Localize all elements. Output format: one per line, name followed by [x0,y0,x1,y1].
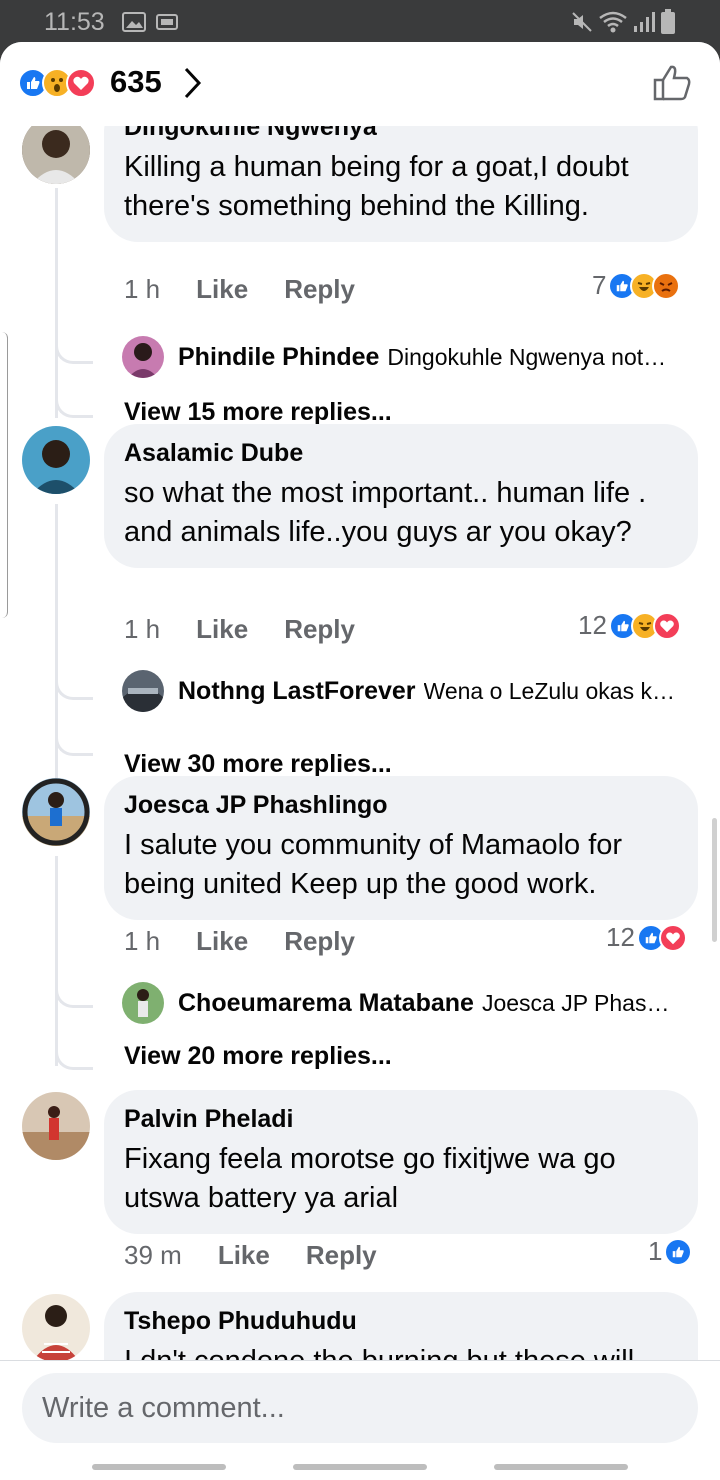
comment-text: I salute you community of Mamaolo for be… [124,829,623,900]
reply-text: Dingokuhle Ngwenya not… [387,343,667,370]
nav-home[interactable] [293,1464,427,1470]
comment-reactions[interactable]: 1 [648,1236,693,1267]
comment-bubble[interactable]: Joesca JP Phashlingo I salute you commun… [104,776,698,920]
comment-reaction-count: 7 [592,270,607,300]
wifi-icon [598,10,628,39]
reply-button[interactable]: Reply [284,926,355,957]
love-reaction-icon [66,68,96,98]
comment-author[interactable]: Asalamic Dube [124,438,678,468]
comment-author[interactable]: Palvin Pheladi [124,1104,678,1134]
reply-author[interactable]: Choeumarema Matabane [178,989,474,1018]
comment-author[interactable]: Tshepo Phuduhudu [124,1306,678,1336]
comment-actions: 1 h Like Reply [124,926,355,957]
comment-text: Killing a human being for a goat,I doubt… [124,151,629,222]
page-edge [0,332,8,618]
gallery-icon [122,12,146,37]
comment-actions: 39 m Like Reply [124,1240,377,1271]
battery-icon [660,9,676,40]
reaction-summary[interactable] [18,68,96,98]
comment-time[interactable]: 1 h [124,614,160,645]
comment-reactions[interactable]: 7 [592,270,681,301]
comment-actions: 1 h Like Reply [124,274,355,305]
reply-author[interactable]: Phindile Phindee [178,343,379,372]
avatar[interactable] [22,778,90,846]
comment-input[interactable]: Write a comment... [22,1373,698,1443]
comments-feed[interactable]: Dingokuhle Ngwenya Killing a human being… [0,126,720,1360]
nav-back[interactable] [494,1464,628,1470]
avatar[interactable] [22,1294,90,1360]
reply-preview[interactable]: Phindile Phindee Dingokuhle Ngwenya not… [122,336,692,378]
system-nav-bar [0,1452,720,1480]
scrollbar[interactable] [712,818,717,942]
reply-avatar[interactable] [122,670,164,712]
chevron-right-icon[interactable] [182,66,202,105]
like-button[interactable]: Like [196,926,248,957]
comment-author[interactable]: Joesca JP Phashlingo [124,790,678,820]
like-reaction-icon [664,1237,693,1266]
reply-text: Joesca JP Phas… [481,989,670,1016]
reply-author[interactable]: Nothng LastForever [178,677,416,706]
reply-preview[interactable]: Choeumarema Matabane Joesca JP Phas… [122,982,692,1024]
like-button[interactable]: Like [218,1240,270,1271]
comment-bubble[interactable]: Asalamic Dube so what the most important… [104,424,698,568]
comment-reaction-count: 12 [606,922,635,952]
status-time: 11:53 [44,8,105,36]
reply-button[interactable]: Reply [306,1240,377,1271]
comment-bubble[interactable]: Tshepo Phuduhudu I dn't condone the burn… [104,1292,698,1360]
comment-reaction-count: 1 [648,1236,663,1266]
like-button[interactable]: Like [196,274,248,305]
view-more-replies[interactable]: View 20 more replies... [124,1042,392,1071]
status-bar: 11:53 [0,0,720,44]
reply-button[interactable]: Reply [284,274,355,305]
nav-recents[interactable] [92,1464,226,1470]
view-more-replies[interactable]: View 30 more replies... [124,750,392,779]
signal-icon [632,10,656,39]
comment-author[interactable]: Dingokuhle Ngwenya [124,126,678,142]
total-reaction-count[interactable]: 635 [110,64,162,100]
comment-reactions[interactable]: 12 [606,922,687,953]
view-more-replies[interactable]: View 15 more replies... [124,398,392,427]
comment-bubble[interactable]: Dingokuhle Ngwenya Killing a human being… [104,126,698,242]
comment-time[interactable]: 1 h [124,274,160,305]
like-post-thumb-icon[interactable] [652,64,692,107]
comment-time[interactable]: 1 h [124,926,160,957]
reply-avatar[interactable] [122,982,164,1024]
mute-icon [570,10,594,39]
comments-sheet: 635 Dingokuhle Ngwenya Killing a human b… [0,42,720,1480]
notification-icon [156,14,178,35]
love-reaction-icon [658,923,687,952]
comment-reactions[interactable]: 12 [578,610,681,641]
comment-reaction-count: 12 [578,610,607,640]
comment-text: I dn't condone the burning but these wil… [124,1342,678,1360]
reply-avatar[interactable] [122,336,164,378]
reactions-header: 635 [0,42,720,126]
angry-reaction-icon [652,271,681,300]
comment-text: so what the most important.. human life … [124,477,647,548]
avatar[interactable] [22,126,90,184]
avatar[interactable] [22,426,90,494]
avatar[interactable] [22,1092,90,1160]
reply-text: Wena o LeZulu okas k… [423,677,675,704]
like-button[interactable]: Like [196,614,248,645]
comment-time[interactable]: 39 m [124,1240,182,1271]
reply-button[interactable]: Reply [284,614,355,645]
comment-bubble[interactable]: Palvin Pheladi Fixang feela morotse go f… [104,1090,698,1234]
comment-actions: 1 h Like Reply [124,614,355,645]
reply-preview[interactable]: Nothng LastForever Wena o LeZulu okas k… [122,670,692,712]
love-reaction-icon [652,611,681,640]
comment-text: Fixang feela morotse go fixitjwe wa go u… [124,1143,616,1214]
